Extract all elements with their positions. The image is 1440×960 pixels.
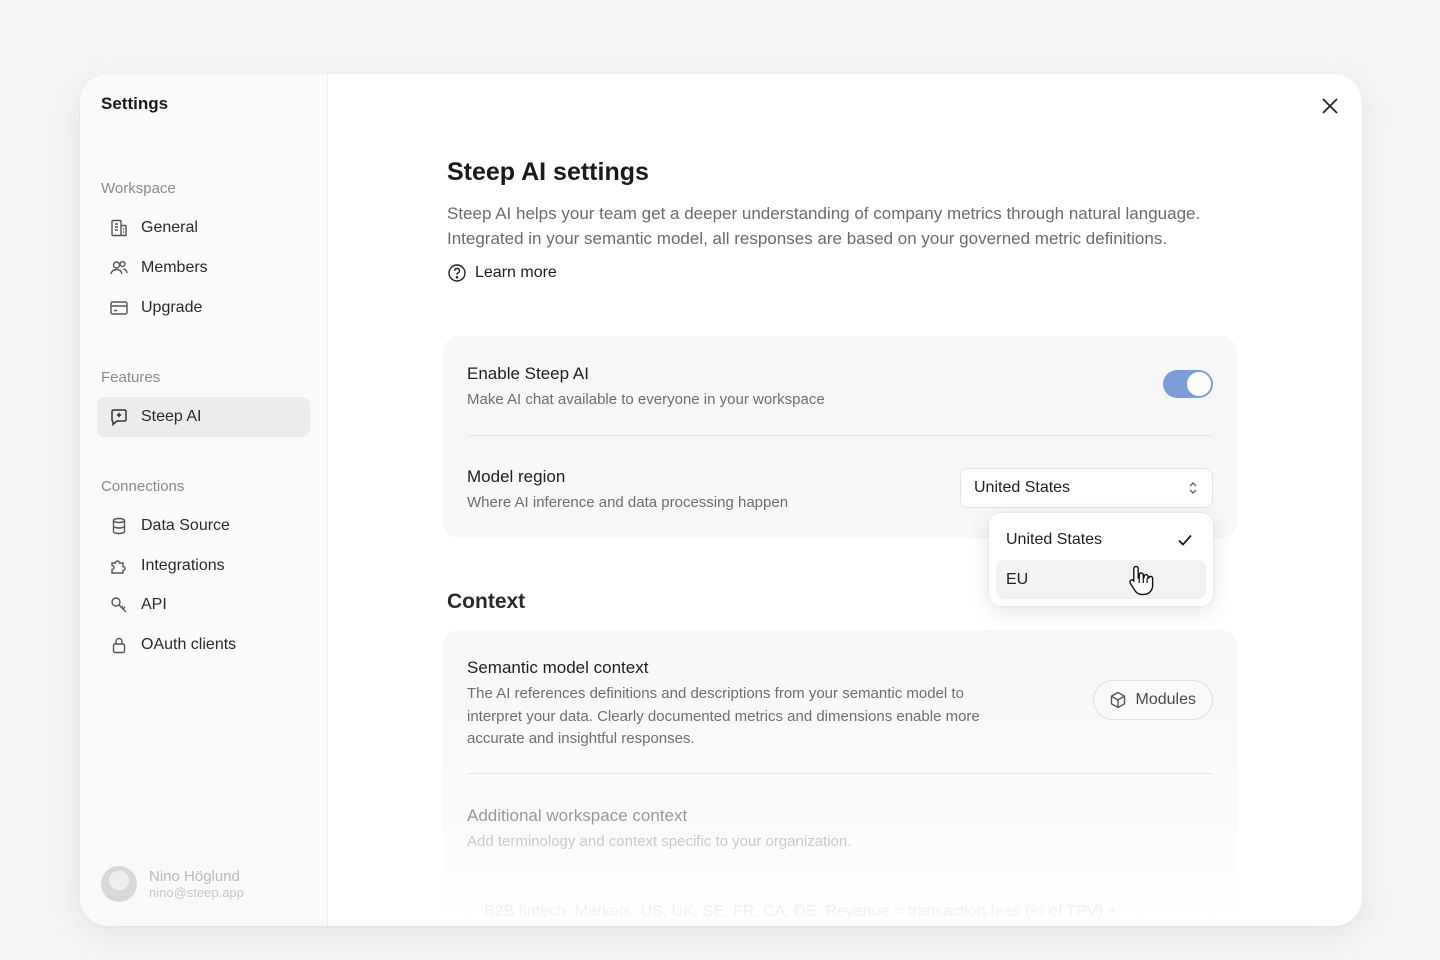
sidebar-item-oauth-clients[interactable]: OAuth clients xyxy=(97,625,310,665)
semantic-context-line: accurate and insightful responses. xyxy=(467,730,695,747)
semantic-context-description: The AI references definitions and descri… xyxy=(467,683,1047,751)
sidebar-item-label: Data Source xyxy=(141,517,230,534)
sidebar-item-data-source[interactable]: Data Source xyxy=(97,506,310,546)
lock-icon xyxy=(109,635,129,655)
section-label-connections: Connections xyxy=(101,478,185,495)
sidebar-item-label: Steep AI xyxy=(141,408,202,425)
hand-pointer-cursor-icon xyxy=(1129,565,1154,596)
settings-modal: Settings Workspace General Members Upgra… xyxy=(80,74,1362,926)
sidebar-item-label: Upgrade xyxy=(141,299,203,316)
context-section-title: Context xyxy=(447,590,526,613)
sidebar: Settings Workspace General Members Upgra… xyxy=(80,74,328,926)
region-option-label: EU xyxy=(1006,570,1029,588)
additional-context-title: Additional workspace context xyxy=(467,806,688,825)
page-description-line: Integrated in your semantic model, all r… xyxy=(447,229,1168,248)
sidebar-item-members[interactable]: Members xyxy=(97,248,310,288)
chevron-up-down-icon xyxy=(1189,482,1197,494)
region-option-eu[interactable]: EU xyxy=(996,560,1206,599)
credit-card-icon xyxy=(109,298,129,318)
ai-settings-card: Enable Steep AI Make AI chat available t… xyxy=(443,336,1237,538)
section-label-features: Features xyxy=(101,369,161,386)
toggle-knob xyxy=(1187,372,1211,396)
region-dropdown-menu: United States EU xyxy=(989,513,1213,606)
sidebar-item-general[interactable]: General xyxy=(97,208,310,248)
sidebar-item-api[interactable]: API xyxy=(97,585,310,625)
modules-button[interactable]: Modules xyxy=(1092,680,1213,720)
additional-context-textarea[interactable]: B2B fintech. Markets: US, UK, SE, FR, CA… xyxy=(467,890,1213,926)
semantic-context-title: Semantic model context xyxy=(467,658,649,677)
user-name: Nino Höglund xyxy=(149,868,240,885)
model-region-select[interactable]: United States xyxy=(960,468,1213,508)
database-icon xyxy=(109,516,129,536)
building-icon xyxy=(109,218,129,238)
page-title: Steep AI settings xyxy=(447,158,649,186)
divider xyxy=(467,435,1213,436)
model-region-title: Model region xyxy=(467,467,566,486)
additional-context-description: Add terminology and context specific to … xyxy=(467,833,852,850)
puzzle-icon xyxy=(109,556,129,576)
sidebar-item-integrations[interactable]: Integrations xyxy=(97,546,310,586)
page-description: Steep AI helps your team get a deeper un… xyxy=(447,201,1237,251)
sidebar-item-label: API xyxy=(141,596,167,613)
user-profile[interactable]: Nino Höglund nino@steep.app xyxy=(101,866,244,902)
sidebar-title: Settings xyxy=(101,94,169,113)
enable-ai-description: Make AI chat available to everyone in yo… xyxy=(467,391,825,408)
divider xyxy=(467,773,1213,774)
sidebar-item-steep-ai[interactable]: Steep AI xyxy=(97,397,310,437)
sidebar-item-label: Members xyxy=(141,259,208,276)
sidebar-item-label: Integrations xyxy=(141,557,225,574)
sidebar-item-upgrade[interactable]: Upgrade xyxy=(97,288,310,328)
enable-ai-title: Enable Steep AI xyxy=(467,364,589,383)
sidebar-item-label: OAuth clients xyxy=(141,636,237,653)
semantic-context-line: interpret your data. Clearly documented … xyxy=(467,707,980,725)
main-content: Steep AI settings Steep AI helps your te… xyxy=(443,74,1247,926)
semantic-context-line: The AI references definitions and descri… xyxy=(467,685,964,702)
enable-ai-toggle[interactable] xyxy=(1163,370,1213,398)
user-email: nino@steep.app xyxy=(149,885,244,900)
section-label-workspace: Workspace xyxy=(101,180,176,197)
close-button[interactable] xyxy=(1318,94,1342,118)
key-icon xyxy=(109,595,129,615)
page-description-line: Steep AI helps your team get a deeper un… xyxy=(447,204,1201,223)
chat-sparkle-icon xyxy=(109,407,129,427)
close-icon xyxy=(1322,98,1338,114)
context-card: Semantic model context The AI references… xyxy=(443,630,1237,926)
modules-button-label: Modules xyxy=(1135,691,1196,708)
help-circle-icon xyxy=(448,264,466,282)
region-option-united-states[interactable]: United States xyxy=(996,520,1206,559)
users-icon xyxy=(109,258,129,278)
avatar xyxy=(101,866,137,902)
region-option-label: United States xyxy=(1006,530,1103,548)
learn-more-link[interactable]: Learn more xyxy=(447,263,557,283)
sidebar-item-label: General xyxy=(141,219,198,236)
checkmark-icon xyxy=(1178,534,1192,546)
learn-more-label: Learn more xyxy=(475,264,557,281)
model-region-value: United States xyxy=(974,479,1071,496)
model-region-description: Where AI inference and data processing h… xyxy=(467,494,789,511)
cube-icon xyxy=(1110,691,1125,709)
